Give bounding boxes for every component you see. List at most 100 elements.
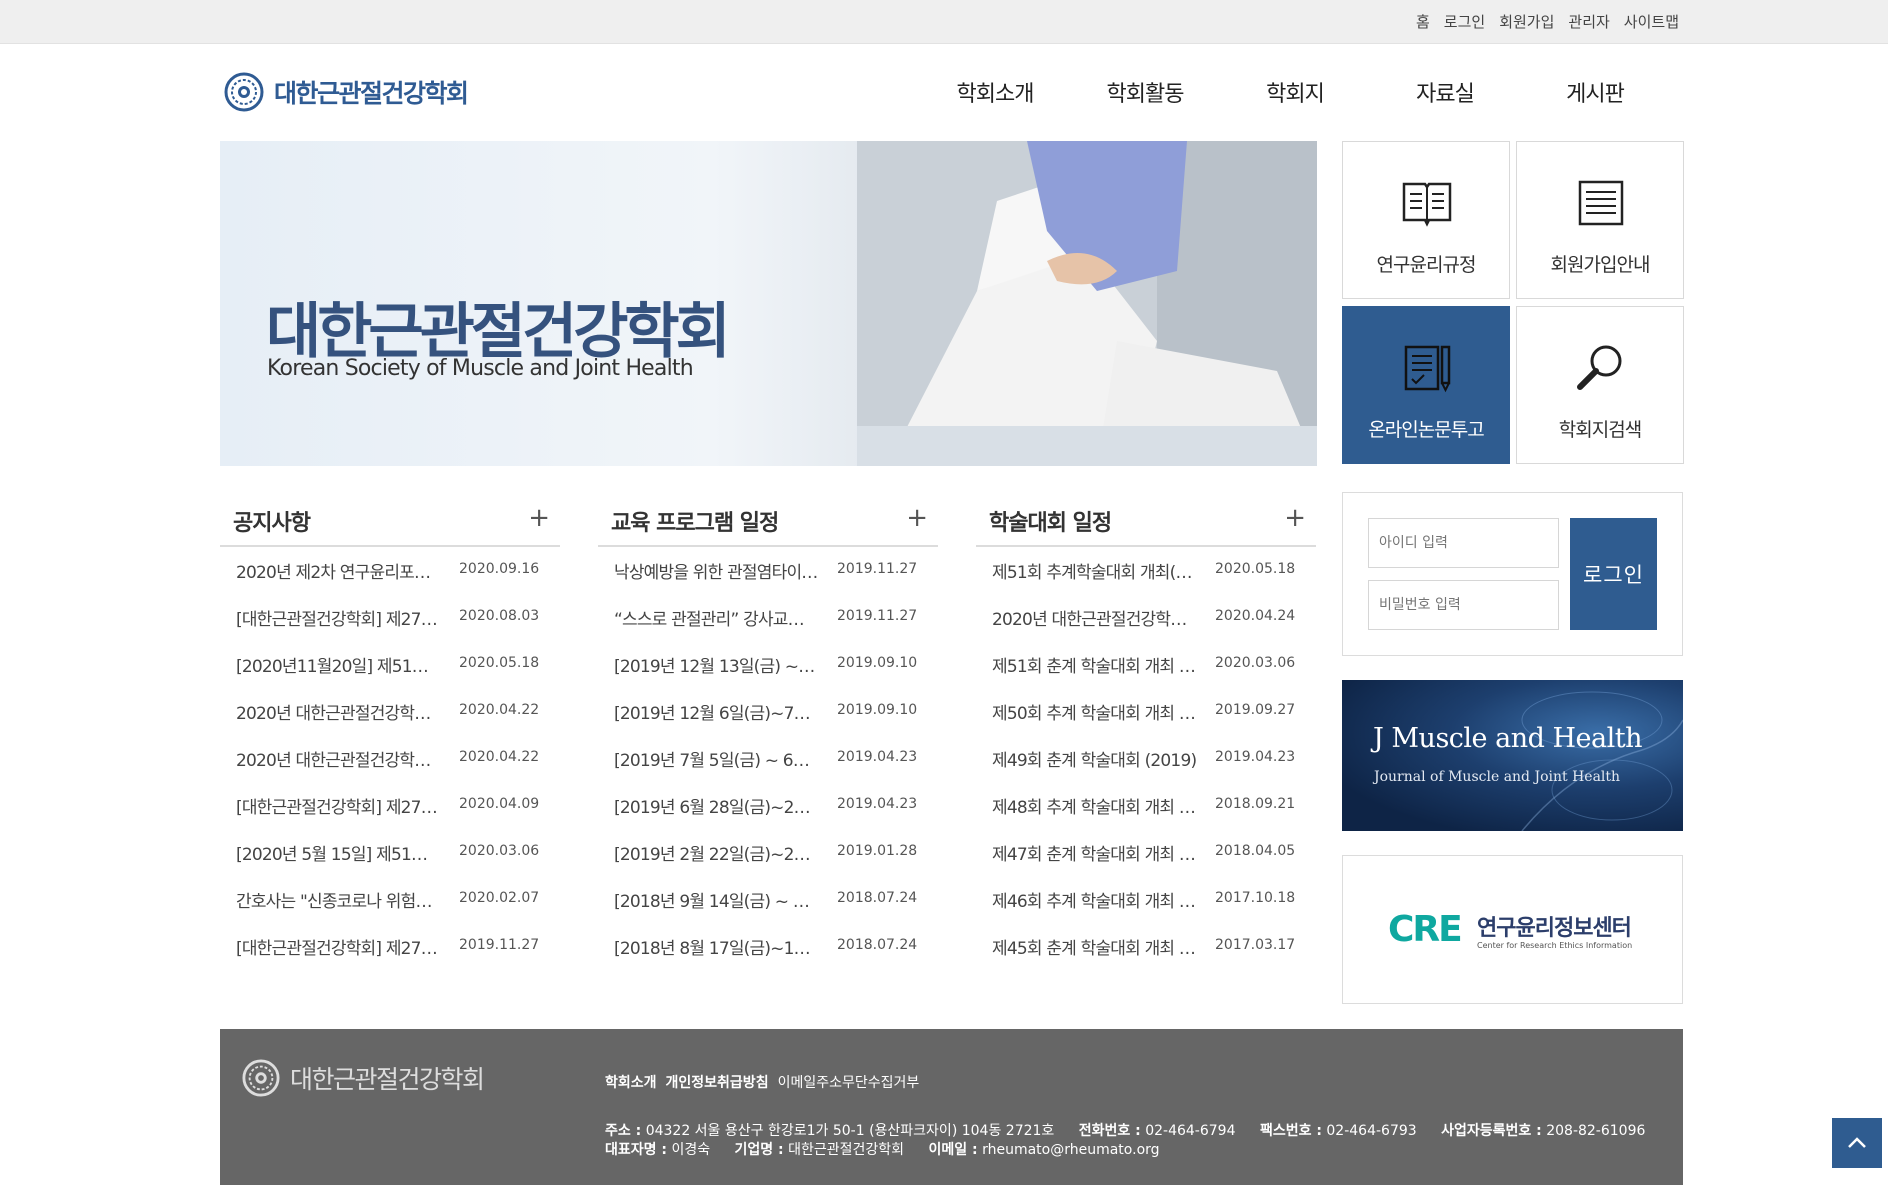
list-item[interactable]: 제51회 춘계 학술대회 개최 (2020) 2020.03.06 (976, 641, 1316, 688)
chevron-up-icon (1848, 1137, 1866, 1148)
row-title[interactable]: 제46회 추계 학술대회 개최 (2017) (992, 887, 1197, 912)
row-title[interactable]: 제51회 춘계 학술대회 개최 (2020) (992, 652, 1197, 677)
company: 기업명 : 대한근관절건강학회 (734, 1142, 905, 1158)
list-item[interactable]: [2019년 7월 5일(금) ~ 6일(토)] 2019.04.23 (598, 735, 938, 782)
nav-journal[interactable]: 학회지 (1220, 76, 1370, 108)
list-item[interactable]: 제47회 춘계 학술대회 개최 (2018) 2018.04.05 (976, 829, 1316, 876)
row-title[interactable]: 2020년 대한근관절건강학회 정기총회 (992, 605, 1197, 630)
row-title[interactable]: 제48회 추계 학술대회 개최 (2018) (992, 793, 1197, 818)
list-item[interactable]: 2020년 대한근관절건강학회 정기총회 2020.04.22 (220, 735, 560, 782)
list-item[interactable]: 간호사는 "신종코로나 위험국가 여행 자제" 2020.02.07 (220, 876, 560, 923)
row-title[interactable]: 간호사는 "신종코로나 위험국가 여행 자제" (236, 887, 441, 912)
book-icon (1402, 182, 1452, 227)
cre-logo-text: CRE (1388, 909, 1463, 950)
row-title[interactable]: [대한근관절건강학회] 제27권 2호 논문모집 (236, 605, 441, 630)
plus-icon[interactable]: + (1284, 503, 1306, 533)
row-title[interactable]: 제49회 춘계 학술대회 (2019) (992, 746, 1197, 771)
scroll-top-button[interactable] (1832, 1118, 1882, 1168)
fax: 팩스번호 : 02-464-6793 (1259, 1123, 1417, 1139)
row-title[interactable]: 제47회 춘계 학술대회 개최 (2018) (992, 840, 1197, 865)
row-title[interactable]: 2020년 대한근관절건강학회 정기총회 (236, 746, 441, 771)
nav-about[interactable]: 학회소개 (920, 76, 1070, 108)
row-title[interactable]: 낙상예방을 위한 관절염타이치 강사교육 (614, 558, 819, 583)
list-item[interactable]: 2020년 제2차 연구윤리포럼 안내 2020.09.16 (220, 547, 560, 594)
row-title[interactable]: 2020년 대한근관절건강학회 임원명단 (236, 699, 441, 724)
row-date: 2020.02.07 (459, 890, 540, 906)
plus-icon[interactable]: + (528, 503, 550, 533)
admin-link[interactable]: 관리자 (1568, 11, 1609, 32)
row-title[interactable]: [2019년 2월 22일(금)~23일(토)] (614, 840, 819, 865)
row-title[interactable]: [2020년11월20일] 제51회 추계학술대회 개최 (236, 652, 441, 677)
sitemap-link[interactable]: 사이트맵 (1624, 11, 1679, 32)
list-item[interactable]: [2019년 12월 6일(금)~7일(토)] 2019.09.10 (598, 688, 938, 735)
tile-online-submission[interactable]: 온라인논문투고 (1342, 306, 1510, 464)
row-title[interactable]: 2020년 제2차 연구윤리포럼 안내 (236, 558, 441, 583)
nav-activities[interactable]: 학회활동 (1070, 76, 1220, 108)
login-link[interactable]: 로그인 (1444, 11, 1485, 32)
utility-links: 홈 로그인 회원가입 관리자 사이트맵 (1416, 11, 1679, 32)
row-title[interactable]: 제50회 추계 학술대회 개최 (2019) (992, 699, 1197, 724)
list-item[interactable]: “스스로 관절관리” 강사교육 안내 2019.11.27 (598, 594, 938, 641)
row-title[interactable]: [2019년 6월 28일(금)~29일(토)] (614, 793, 819, 818)
row-title[interactable]: [2019년 12월 6일(금)~7일(토)] (614, 699, 819, 724)
row-date: 2019.04.23 (1215, 749, 1296, 765)
journal-banner[interactable]: J Muscle and Health Journal of Muscle an… (1342, 680, 1683, 831)
list-item[interactable]: 2020년 대한근관절건강학회 임원명단 2020.04.22 (220, 688, 560, 735)
list-item[interactable]: 제48회 추계 학술대회 개최 (2018) 2018.09.21 (976, 782, 1316, 829)
password-input[interactable] (1368, 580, 1559, 630)
row-date: 2019.09.10 (837, 655, 918, 671)
list-item[interactable]: [2020년11월20일] 제51회 추계학술대회 개최 2020.05.18 (220, 641, 560, 688)
list-item[interactable]: [대한근관절건강학회] 제27권 1호 발간 2020.04.09 (220, 782, 560, 829)
row-date: 2020.09.16 (459, 561, 540, 577)
signup-link[interactable]: 회원가입 (1499, 11, 1554, 32)
list-item[interactable]: 제49회 춘계 학술대회 (2019) 2019.04.23 (976, 735, 1316, 782)
list-item[interactable]: [2018년 9월 14일(금) ~ 15일(토)] 2018.07.24 (598, 876, 938, 923)
row-title[interactable]: [대한근관절건강학회] 제27권 1호 발간 (236, 793, 441, 818)
main-navigation: 학회소개 학회활동 학회지 자료실 게시판 (920, 76, 1670, 108)
tile-journal-search[interactable]: 학회지검색 (1516, 306, 1684, 464)
row-title[interactable]: [2018년 9월 14일(금) ~ 15일(토)] (614, 887, 819, 912)
list-item[interactable]: 제50회 추계 학술대회 개최 (2019) 2019.09.27 (976, 688, 1316, 735)
document-lines-icon (1578, 180, 1624, 226)
footer-link-about[interactable]: 학회소개 (605, 1072, 657, 1092)
business-number: 사업자등록번호 : 208-82-61096 (1441, 1123, 1646, 1139)
journal-subtitle: Journal of Muscle and Joint Health (1374, 769, 1621, 785)
tile-research-ethics[interactable]: 연구윤리규정 (1342, 141, 1510, 299)
list-item[interactable]: 제51회 추계학술대회 개최(2020) 2020.05.18 (976, 547, 1316, 594)
row-title[interactable]: [2018년 8월 17일(금)~18일(토)] (614, 934, 819, 959)
utility-bar: 홈 로그인 회원가입 관리자 사이트맵 (0, 0, 1888, 44)
nav-board[interactable]: 게시판 (1520, 76, 1670, 108)
list-item[interactable]: 제46회 추계 학술대회 개최 (2017) 2017.10.18 (976, 876, 1316, 923)
row-title[interactable]: [대한근관절건강학회] 제27권 논문모집 (236, 934, 441, 959)
list-item[interactable]: [2019년 6월 28일(금)~29일(토)] 2019.04.23 (598, 782, 938, 829)
footer-link-email-policy[interactable]: 이메일주소무단수집거부 (778, 1072, 920, 1092)
row-title[interactable]: [2020년 5월 15일] 제51회 춘계학술대회 (236, 840, 441, 865)
list-item[interactable]: [2020년 5월 15일] 제51회 춘계학술대회 2020.03.06 (220, 829, 560, 876)
journal-title: J Muscle and Health (1373, 723, 1642, 754)
list-item[interactable]: 2020년 대한근관절건강학회 정기총회 2020.04.24 (976, 594, 1316, 641)
tile-label: 학회지검색 (1558, 419, 1642, 441)
row-title[interactable]: “스스로 관절관리” 강사교육 안내 (614, 605, 819, 630)
row-title[interactable]: [2019년 12월 13일(금) ~ 14일(토)] (614, 652, 819, 677)
login-button[interactable]: 로그인 (1570, 518, 1657, 630)
user-id-input[interactable] (1368, 518, 1559, 568)
cre-banner[interactable]: CRE 연구윤리정보센터 Center for Research Ethics … (1342, 855, 1683, 1004)
nav-archive[interactable]: 자료실 (1370, 76, 1520, 108)
list-item[interactable]: [대한근관절건강학회] 제27권 논문모집 2019.11.27 (220, 923, 560, 970)
list-item[interactable]: [2019년 2월 22일(금)~23일(토)] 2019.01.28 (598, 829, 938, 876)
education-schedule-board: 교육 프로그램 일정 + 낙상예방을 위한 관절염타이치 강사교육 2019.11… (598, 497, 938, 970)
list-item[interactable]: [대한근관절건강학회] 제27권 2호 논문모집 2020.08.03 (220, 594, 560, 641)
plus-icon[interactable]: + (906, 503, 928, 533)
list-item[interactable]: [2019년 12월 13일(금) ~ 14일(토)] 2019.09.10 (598, 641, 938, 688)
tile-membership-guide[interactable]: 회원가입안내 (1516, 141, 1684, 299)
home-link[interactable]: 홈 (1416, 11, 1430, 32)
row-title[interactable]: [2019년 7월 5일(금) ~ 6일(토)] (614, 746, 819, 771)
list-item[interactable]: 낙상예방을 위한 관절염타이치 강사교육 2019.11.27 (598, 547, 938, 594)
row-title[interactable]: 제51회 추계학술대회 개최(2020) (992, 558, 1197, 583)
footer-link-privacy[interactable]: 개인정보취급방침 (666, 1072, 769, 1092)
list-item[interactable]: [2018년 8월 17일(금)~18일(토)] 2018.07.24 (598, 923, 938, 970)
list-item[interactable]: 제45회 춘계 학술대회 개최 (2017) 2017.03.17 (976, 923, 1316, 970)
tile-label: 연구윤리규정 (1376, 254, 1477, 276)
site-logo[interactable]: 대한근관절건강학회 (224, 72, 469, 112)
row-title[interactable]: 제45회 춘계 학술대회 개최 (2017) (992, 934, 1197, 959)
